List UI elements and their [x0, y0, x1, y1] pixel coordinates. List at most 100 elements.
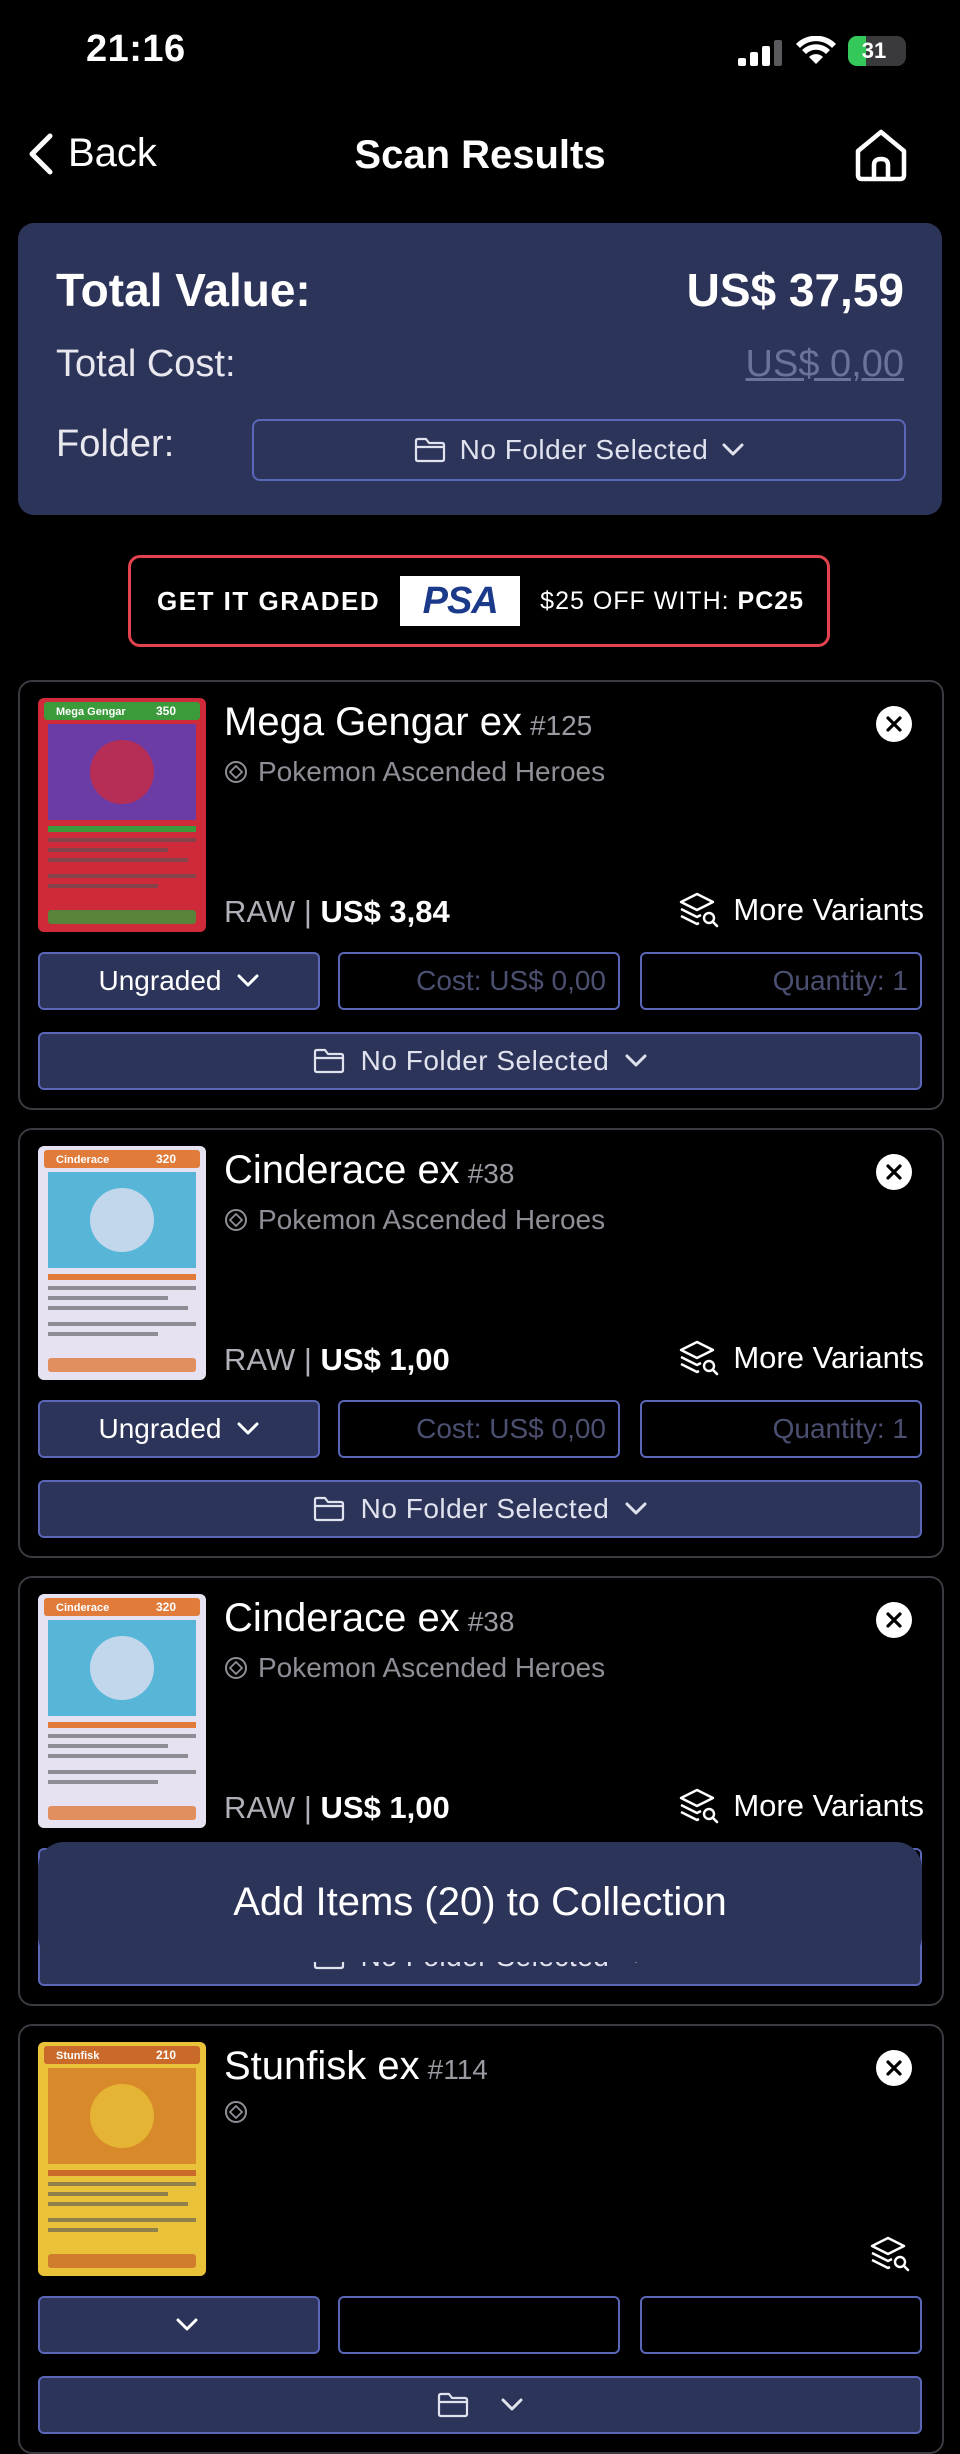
- total-cost-value[interactable]: US$ 0,00: [746, 343, 904, 386]
- card-folder-select[interactable]: No Folder Selected: [38, 1032, 922, 1090]
- cost-input[interactable]: Cost: US$ 0,00: [338, 952, 620, 1010]
- card-image[interactable]: Stunfisk 210: [38, 2042, 206, 2276]
- chevron-down-icon: [237, 1422, 259, 1435]
- wifi-icon: [796, 36, 836, 64]
- folder-icon: [313, 1048, 344, 1074]
- quantity-placeholder: Quantity: 1: [772, 1413, 908, 1444]
- card-art-hp: 210: [156, 2048, 176, 2062]
- stack-search-icon: [680, 1788, 719, 1824]
- folder-icon: [437, 2392, 469, 2418]
- card-number: #38: [467, 1606, 515, 1637]
- battery-level: 31: [861, 38, 887, 63]
- card-set-name: Pokemon Ascended Heroes: [258, 1652, 606, 1683]
- quantity-input[interactable]: [640, 2296, 922, 2354]
- card-item: Stunfisk 210 Stunfisk ex #114: [18, 2024, 944, 2454]
- card-title: Cinderace ex #38: [224, 1148, 514, 1193]
- card-number: #114: [427, 2054, 488, 2085]
- set-symbol-icon: [225, 2101, 247, 2123]
- card-image[interactable]: Cinderace 320: [38, 1594, 206, 1828]
- more-variants-button[interactable]: More Variants: [679, 890, 924, 930]
- card-folder-value: No Folder Selected: [360, 1493, 610, 1524]
- card-art-title: Cinderace: [56, 1154, 109, 1166]
- grading-promo-banner[interactable]: GET IT GRADED PSA $25 OFF WITH: PC25: [128, 555, 830, 647]
- cost-input[interactable]: Cost: US$ 0,00: [338, 1400, 620, 1458]
- card-title: Stunfisk ex #114: [224, 2044, 488, 2089]
- card-set-name: Pokemon Ascended Heroes: [258, 1204, 606, 1235]
- remove-card-button[interactable]: [876, 1154, 912, 1190]
- card-item: Cinderace 320 Cinderace ex #38 Pokemon As: [18, 1128, 944, 1558]
- quantity-input[interactable]: Quantity: 1: [640, 952, 922, 1010]
- card-number: #38: [467, 1158, 515, 1189]
- card-number: #125: [529, 710, 593, 741]
- more-variants-button[interactable]: More Variants: [679, 1786, 924, 1826]
- more-variants-label: More Variants: [733, 1788, 924, 1823]
- price-value: US$ 3,84: [320, 894, 450, 929]
- chevron-down-icon: [501, 2398, 523, 2411]
- card-art: Cinderace 320: [38, 1594, 206, 1828]
- card-art: Stunfisk 210: [38, 2042, 206, 2276]
- folder-label: Folder:: [56, 423, 175, 465]
- total-value-label: Total Value:: [56, 264, 311, 316]
- cost-placeholder: Cost: US$ 0,00: [416, 1413, 606, 1444]
- card-art-hp: 350: [156, 704, 176, 718]
- card-image[interactable]: Cinderace 320: [38, 1146, 206, 1380]
- condition-select[interactable]: Ungraded: [38, 1400, 320, 1458]
- stack-search-icon: [870, 2236, 910, 2272]
- card-folder-select[interactable]: No Folder Selected: [38, 1480, 922, 1538]
- card-art-hp: 320: [156, 1152, 176, 1166]
- more-variants-label: More Variants: [733, 892, 924, 927]
- cost-placeholder: Cost: US$ 0,00: [416, 965, 606, 996]
- card-set: Pokemon Ascended Heroes: [224, 756, 605, 788]
- card-item: Mega Gengar 350 Mega Gengar ex #125 Pokem: [18, 680, 944, 1110]
- card-name: Cinderace ex: [224, 1596, 460, 1640]
- condition-select[interactable]: [38, 2296, 320, 2354]
- back-button[interactable]: Back: [28, 131, 157, 176]
- more-variants-button[interactable]: [870, 2234, 924, 2274]
- grade-type: RAW: [224, 1790, 296, 1825]
- card-image[interactable]: Mega Gengar 350: [38, 698, 206, 932]
- remove-card-button[interactable]: [876, 706, 912, 742]
- condition-value: Ungraded: [98, 965, 222, 996]
- battery-icon: 31: [848, 36, 906, 66]
- back-label: Back: [68, 131, 157, 175]
- card-name: Mega Gengar ex: [224, 700, 522, 744]
- set-symbol-icon: [225, 761, 247, 783]
- card-price: RAW | US$ 3,84: [224, 894, 450, 930]
- card-name: Cinderace ex: [224, 1148, 460, 1192]
- folder-icon: [414, 437, 445, 463]
- more-variants-label: More Variants: [733, 1340, 924, 1375]
- quantity-placeholder: Quantity: 1: [772, 965, 908, 996]
- psa-logo: PSA: [400, 576, 521, 626]
- card-title: Mega Gengar ex #125: [224, 700, 592, 745]
- set-symbol-icon: [225, 1657, 247, 1679]
- chevron-down-icon: [176, 2318, 198, 2331]
- card-art-title: Mega Gengar: [56, 706, 126, 718]
- card-set: Pokemon Ascended Heroes: [224, 1652, 605, 1684]
- card-price: RAW | US$ 1,00: [224, 1342, 450, 1378]
- home-icon[interactable]: [852, 127, 910, 183]
- price-separator: |: [303, 1342, 312, 1377]
- remove-card-button[interactable]: [876, 2050, 912, 2086]
- cost-input[interactable]: [338, 2296, 620, 2354]
- card-art: Mega Gengar 350: [38, 698, 206, 932]
- condition-select[interactable]: Ungraded: [38, 952, 320, 1010]
- more-variants-button[interactable]: More Variants: [679, 1338, 924, 1378]
- price-value: US$ 1,00: [320, 1790, 450, 1825]
- quantity-input[interactable]: Quantity: 1: [640, 1400, 922, 1458]
- close-icon: [886, 716, 902, 732]
- nav-bar: Back Scan Results: [0, 105, 960, 205]
- remove-card-button[interactable]: [876, 1602, 912, 1638]
- folder-icon: [313, 1496, 344, 1522]
- folder-select-value: No Folder Selected: [459, 434, 709, 465]
- price-separator: |: [303, 894, 312, 929]
- card-folder-select[interactable]: [38, 2376, 922, 2434]
- folder-select[interactable]: No Folder Selected: [252, 419, 906, 481]
- card-title: Cinderace ex #38: [224, 1596, 514, 1641]
- promo-text: GET IT GRADED: [157, 585, 381, 616]
- chevron-down-icon: [625, 1054, 647, 1067]
- stack-search-icon: [680, 892, 719, 928]
- price-separator: |: [303, 1790, 312, 1825]
- add-to-collection-button[interactable]: Add Items (20) to Collection: [38, 1842, 922, 1962]
- set-symbol-icon: [225, 1209, 247, 1231]
- total-cost-label: Total Cost:: [56, 343, 236, 385]
